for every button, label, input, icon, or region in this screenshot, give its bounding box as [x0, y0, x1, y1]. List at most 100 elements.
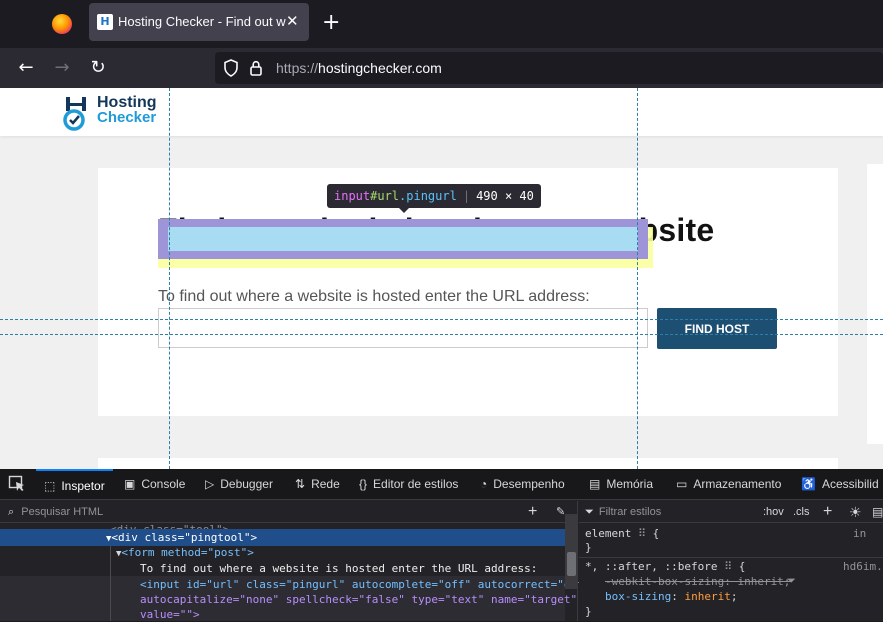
guide-line-right: [637, 88, 638, 469]
html-line-input-3[interactable]: value="">: [140, 608, 200, 622]
filter-icon: ⏷: [585, 506, 594, 518]
rule-divider: [579, 557, 883, 558]
lock-icon[interactable]: [249, 59, 263, 77]
tab-close-icon[interactable]: ✕: [286, 12, 299, 30]
inspector-icon: ⬚: [44, 479, 56, 493]
tab-performance-label: Desempenho: [493, 477, 565, 491]
tooltip-class: .pingurl: [399, 189, 457, 203]
url-text[interactable]: https://hostingchecker.com: [276, 60, 442, 76]
tab-accessibility-label: Acessibilid: [821, 477, 879, 491]
style-editor-icon: {}: [359, 477, 368, 491]
hov-toggle[interactable]: :hov: [763, 501, 784, 523]
rule1-open: {: [652, 527, 660, 540]
rule2-prop2-value: inherit: [684, 590, 731, 603]
tab-network[interactable]: ⇅ Rede: [295, 469, 340, 500]
print-mode-icon[interactable]: ▤: [872, 501, 883, 523]
tab-performance[interactable]: ◔ Desempenho: [480, 469, 565, 500]
url-input[interactable]: [158, 308, 648, 348]
tab-network-label: Rede: [311, 477, 340, 491]
accessibility-icon: ♿: [801, 477, 816, 491]
reload-button[interactable]: ↻: [84, 54, 112, 82]
tab-inspector[interactable]: ⬚ Inspetor: [36, 469, 113, 500]
tab-storage-label: Armazenamento: [693, 477, 782, 491]
cls-toggle[interactable]: .cls: [793, 501, 810, 523]
tab-strip: H Hosting Checker - Find out who is host…: [0, 0, 883, 48]
html-tree-panel: ⌕ Pesquisar HTML + ✎ <div class="tool"> …: [0, 501, 590, 622]
logo-icon[interactable]: [60, 96, 92, 132]
tab-memory[interactable]: ▤ Memória: [589, 469, 653, 500]
guide-line-left: [169, 88, 170, 469]
shield-icon[interactable]: [223, 59, 239, 77]
rule2-close: }: [585, 605, 592, 618]
tab-storage[interactable]: ▭ Armazenamento: [676, 469, 781, 500]
rule2-selector: *, ::after, ::before: [585, 560, 718, 573]
pick-element-icon[interactable]: [8, 475, 26, 493]
html-text-node: To find out where a website is hosted en…: [140, 562, 538, 575]
tab-console-label: Console: [141, 477, 186, 491]
tooltip-tag: input: [334, 189, 371, 203]
devtools-panel: ⬚ Inspetor ▣ Console ▷ Debugger ⇅ Rede {} Edi…: [0, 469, 883, 621]
add-rule-icon[interactable]: +: [823, 501, 832, 523]
eyedropper-icon[interactable]: ✎: [556, 501, 565, 523]
html-line-input-2[interactable]: autocapitalize="none" spellcheck="false"…: [140, 593, 577, 607]
tab-accessibility[interactable]: ♿ Acessibilid: [801, 469, 879, 500]
tab-style-editor[interactable]: {} Editor de estilos: [359, 469, 458, 500]
tab-console[interactable]: ▣ Console: [124, 469, 185, 500]
html-line-input[interactable]: <input id="url" class="pingurl" autocomp…: [140, 578, 590, 592]
logo-text-checker[interactable]: Checker: [97, 110, 156, 126]
styles-filter-placeholder[interactable]: Filtrar estilos: [599, 506, 661, 518]
rule2-prop2[interactable]: box-sizing: inherit;: [605, 590, 737, 604]
url-bar[interactable]: https://hostingchecker.com: [215, 52, 883, 84]
memory-icon: ▤: [589, 477, 601, 491]
style-rule-element[interactable]: element ⠿ {: [585, 527, 659, 541]
tooltip-id: #url: [370, 189, 400, 203]
rule2-source[interactable]: hd6im.c: [843, 560, 883, 574]
find-host-button[interactable]: FIND HOST: [657, 308, 777, 349]
inspector-tooltip: input#url.pingurl | 490 × 40: [327, 184, 541, 208]
rule2-prop2-name: box-sizing: [605, 590, 672, 603]
favicon-icon: H: [97, 14, 113, 30]
html-form-tag: <form method="post">: [121, 546, 254, 559]
add-node-icon[interactable]: +: [528, 501, 537, 523]
filter-icon[interactable]: ⏷: [787, 574, 796, 588]
new-tab-button[interactable]: +: [322, 11, 340, 35]
html-line-pingtool[interactable]: ▼<div class="pingtool">: [106, 531, 257, 546]
html-line-text[interactable]: To find out where a website is hosted en…: [140, 562, 537, 576]
tab-memory-label: Memória: [606, 477, 654, 491]
tab-style-editor-label: Editor de estilos: [373, 477, 459, 491]
page-viewport: Hosting Checker Find out who is hosting …: [0, 88, 883, 469]
debugger-icon: ▷: [205, 477, 215, 491]
firefox-menu-icon[interactable]: [52, 14, 72, 34]
storage-icon: ▭: [676, 477, 688, 491]
tab-inspector-label: Inspetor: [61, 479, 105, 493]
html-scroll-thumb[interactable]: [567, 552, 576, 576]
tab-title: Hosting Checker - Find out who is hostin…: [118, 14, 286, 29]
search-icon: ⌕: [8, 506, 15, 518]
html-pingtool-tag: <div class="pingtool">: [111, 531, 258, 544]
rule2-prop1[interactable]: -webkit-box-sizing: inherit;: [605, 575, 790, 589]
browser-tab[interactable]: H Hosting Checker - Find out who is host…: [89, 3, 309, 41]
navigation-bar: ← → ↻ https://hostingchecker.com: [0, 48, 883, 88]
back-button[interactable]: ←: [12, 54, 40, 82]
light-mode-icon[interactable]: ☀: [849, 501, 862, 523]
console-icon: ▣: [124, 477, 136, 491]
site-header: Hosting Checker: [0, 88, 883, 136]
tooltip-arrow: [398, 207, 410, 213]
url-scheme: https://: [276, 60, 319, 76]
tab-debugger-label: Debugger: [220, 477, 273, 491]
input-instructions: To find out where a website is hosted en…: [158, 288, 590, 305]
url-host: hostingchecker.com: [318, 60, 442, 76]
style-rule-universal[interactable]: *, ::after, ::before ⠿ {: [585, 560, 745, 574]
side-card: [867, 164, 883, 444]
network-icon: ⇅: [295, 477, 306, 491]
rule1-source[interactable]: in: [853, 527, 866, 541]
forward-button[interactable]: →: [48, 54, 76, 82]
html-search[interactable]: ⌕ Pesquisar HTML + ✎: [0, 501, 578, 523]
html-line-form[interactable]: ▼<form method="post">: [116, 546, 254, 561]
styles-filter-bar: ⏷ Filtrar estilos :hov .cls + ☀ ▤: [579, 501, 883, 523]
tab-debugger[interactable]: ▷ Debugger: [205, 469, 273, 500]
selected-node-row[interactable]: [0, 529, 565, 546]
devtools-tab-bar: ⬚ Inspetor ▣ Console ▷ Debugger ⇅ Rede {} Edi…: [0, 469, 883, 500]
styles-panel: ⏷ Filtrar estilos :hov .cls + ☀ ▤ elemen…: [579, 501, 883, 621]
html-search-placeholder: Pesquisar HTML: [21, 506, 104, 518]
